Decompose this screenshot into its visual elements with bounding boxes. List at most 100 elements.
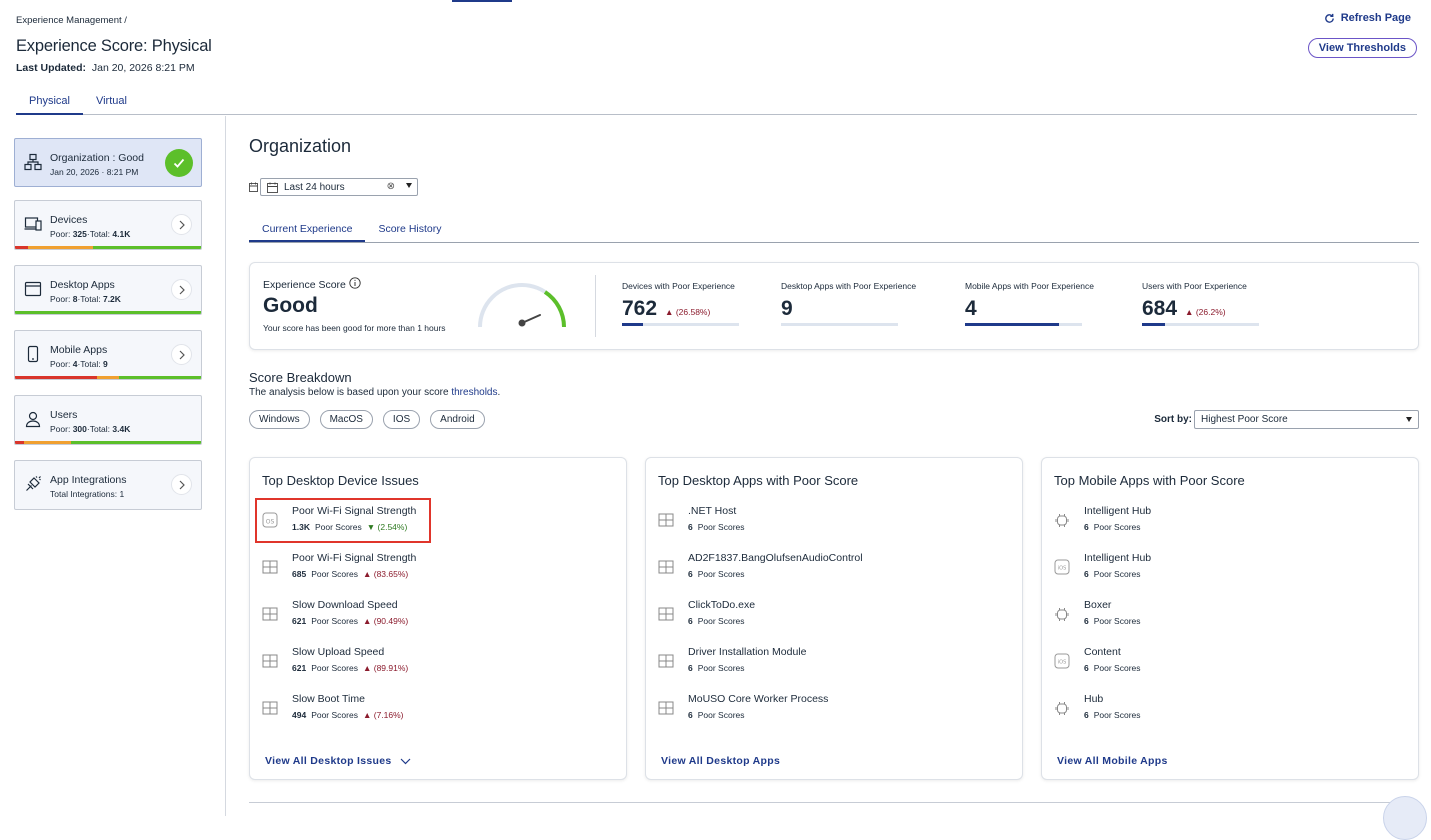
change-up-indicator: ▲ (26.2%): [1185, 307, 1226, 317]
list-item[interactable]: Driver Installation Module 6 Poor Scores: [646, 645, 1022, 692]
android-icon: [1053, 511, 1071, 529]
chevron-right-icon[interactable]: [171, 474, 192, 495]
chevron-down-icon: [400, 758, 410, 764]
sort-select[interactable]: Highest Poor Score: [1194, 410, 1419, 429]
item-stats: 6 Poor Scores: [1084, 569, 1141, 579]
breadcrumb[interactable]: Experience Management /: [16, 15, 127, 26]
windows-icon: [261, 558, 279, 576]
date-range-select[interactable]: Last 24 hours ⊗: [260, 178, 418, 196]
item-stats: 6 Poor Scores: [688, 710, 745, 720]
item-name: Boxer: [1084, 599, 1112, 611]
desktop-device-issues-panel: Top Desktop Device Issues OS Poor Wi-Fi …: [249, 457, 627, 780]
sidebar-item-desktop-apps[interactable]: Desktop Apps Poor: 8·Total: 7.2K: [14, 265, 202, 315]
item-stats: 6 Poor Scores: [688, 522, 745, 532]
list-item[interactable]: Boxer 6 Poor Scores: [1042, 598, 1418, 645]
list-item[interactable]: Slow Upload Speed 621 Poor Scores ▲ (89.91…: [250, 645, 626, 692]
sort-value: Highest Poor Score: [1201, 414, 1288, 425]
android-icon: [1053, 699, 1071, 717]
score-gauge: [478, 283, 566, 328]
windows-icon: [657, 558, 675, 576]
section-divider: [249, 802, 1419, 803]
list-item[interactable]: iOS Content 6 Poor Scores: [1042, 645, 1418, 692]
metric-desktop-apps[interactable]: Desktop Apps with Poor Experience 9: [781, 281, 916, 326]
sidebar-item-title: Users: [50, 409, 78, 421]
sidebar-item-devices[interactable]: Devices Poor: 325·Total: 4.1K: [14, 200, 202, 250]
calendar-icon: [267, 182, 278, 193]
clear-icon[interactable]: ⊗: [387, 181, 395, 192]
list-item[interactable]: Hub 6 Poor Scores: [1042, 692, 1418, 739]
sidebar-item-subtitle: Poor: 4·Total: 9: [50, 359, 108, 369]
view-all-link[interactable]: View All Desktop Issues: [265, 755, 411, 767]
chip-macos[interactable]: MacOS: [319, 410, 373, 429]
dropdown-arrow-icon[interactable]: [406, 183, 412, 188]
item-stats: 6 Poor Scores: [688, 616, 745, 626]
mobile-apps-panel: Top Mobile Apps with Poor Score Intellig…: [1041, 457, 1419, 780]
item-name: Hub: [1084, 693, 1104, 705]
list-item[interactable]: Slow Download Speed 621 Poor Scores ▲ (90.…: [250, 598, 626, 645]
chip-ios[interactable]: IOS: [382, 410, 421, 429]
list-item[interactable]: .NET Host 6 Poor Scores: [646, 504, 1022, 551]
item-stats: 494 Poor Scores ▲ (7.16%): [292, 710, 404, 720]
list-item[interactable]: Intelligent Hub 6 Poor Scores: [1042, 504, 1418, 551]
item-stats: 6 Poor Scores: [1084, 522, 1141, 532]
list-item[interactable]: iOS Intelligent Hub 6 Poor Scores: [1042, 551, 1418, 598]
panel-title: Top Desktop Apps with Poor Score: [658, 473, 859, 488]
metric-label: Users with Poor Experience: [1142, 281, 1247, 291]
thresholds-link[interactable]: thresholds: [451, 387, 497, 398]
metric-mobile-apps[interactable]: Mobile Apps with Poor Experience 4: [965, 281, 1094, 326]
tab-current-experience[interactable]: Current Experience: [249, 216, 366, 242]
change-up-indicator: ▲ (83.65%): [362, 569, 409, 579]
sort-label: Sort by:: [1154, 414, 1192, 425]
svg-text:iOS: iOS: [1058, 566, 1067, 572]
chip-windows[interactable]: Windows: [249, 410, 310, 429]
tab-virtual[interactable]: Virtual: [83, 90, 140, 115]
metric-value: 762 ▲ (26.58%): [622, 297, 711, 320]
sidebar-item-subtitle: Poor: 300·Total: 3.4K: [50, 424, 131, 434]
item-name: .NET Host: [688, 505, 737, 517]
sidebar-item-title: Mobile Apps: [50, 344, 108, 356]
view-all-link[interactable]: View All Desktop Apps: [661, 755, 780, 767]
metric-users[interactable]: Users with Poor Experience 684 ▲ (26.2%): [1142, 281, 1259, 326]
view-thresholds-button[interactable]: View Thresholds: [1307, 38, 1417, 58]
chevron-right-icon[interactable]: [171, 344, 192, 365]
ios-icon: iOS: [1053, 652, 1071, 670]
windows-icon: [657, 652, 675, 670]
panel-title: Top Desktop Device Issues: [262, 473, 419, 488]
sidebar-item-users[interactable]: Users Poor: 300·Total: 3.4K: [14, 395, 202, 445]
view-all-link[interactable]: View All Mobile Apps: [1057, 755, 1168, 767]
chevron-right-icon[interactable]: [171, 214, 192, 235]
ios-icon: iOS: [1053, 558, 1071, 576]
list-item[interactable]: ClickToDo.exe 6 Poor Scores: [646, 598, 1022, 645]
item-stats: 685 Poor Scores ▲ (83.65%): [292, 569, 409, 579]
sidebar-item-app-integrations[interactable]: App Integrations Total Integrations: 1: [14, 460, 202, 510]
chip-android[interactable]: Android: [430, 410, 485, 429]
date-range-picker: Last 24 hours ⊗: [249, 178, 418, 196]
metric-devices[interactable]: Devices with Poor Experience 762 ▲ (26.58…: [622, 281, 739, 326]
good-check-icon: [165, 149, 193, 177]
tab-physical[interactable]: Physical: [16, 90, 83, 115]
score-distribution-bar: [15, 376, 201, 379]
sidebar-item-organization[interactable]: Organization : Good Jan 20, 2026 · 8:21 …: [14, 138, 202, 187]
score-divider: [595, 275, 596, 337]
last-updated: Last Updated: Jan 20, 2026 8:21 PM: [16, 62, 195, 74]
desktop-app-icon: [24, 281, 42, 297]
calendar-icon[interactable]: [249, 182, 258, 192]
list-item[interactable]: AD2F1837.BangOlufsenAudioControl 6 Poor S…: [646, 551, 1022, 598]
help-fab-button[interactable]: [1383, 796, 1427, 840]
item-stats: 6 Poor Scores: [688, 569, 745, 579]
windows-icon: [261, 605, 279, 623]
refresh-page-button[interactable]: Refresh Page: [1324, 12, 1411, 24]
windows-icon: [657, 511, 675, 529]
list-item[interactable]: Slow Boot Time 494 Poor Scores ▲ (7.16%): [250, 692, 626, 739]
info-icon[interactable]: [349, 277, 361, 289]
metric-value: 684 ▲ (26.2%): [1142, 297, 1226, 320]
metric-progress: [622, 323, 739, 326]
list-item[interactable]: Poor Wi-Fi Signal Strength 685 Poor Score…: [250, 551, 626, 598]
list-item[interactable]: MoUSO Core Worker Process 6 Poor Scores: [646, 692, 1022, 739]
item-name: AD2F1837.BangOlufsenAudioControl: [688, 552, 863, 564]
tab-score-history[interactable]: Score History: [365, 216, 454, 242]
chevron-right-icon[interactable]: [171, 279, 192, 300]
refresh-label: Refresh Page: [1340, 12, 1411, 24]
metric-progress: [781, 323, 898, 326]
sidebar-item-mobile-apps[interactable]: Mobile Apps Poor: 4·Total: 9: [14, 330, 202, 380]
